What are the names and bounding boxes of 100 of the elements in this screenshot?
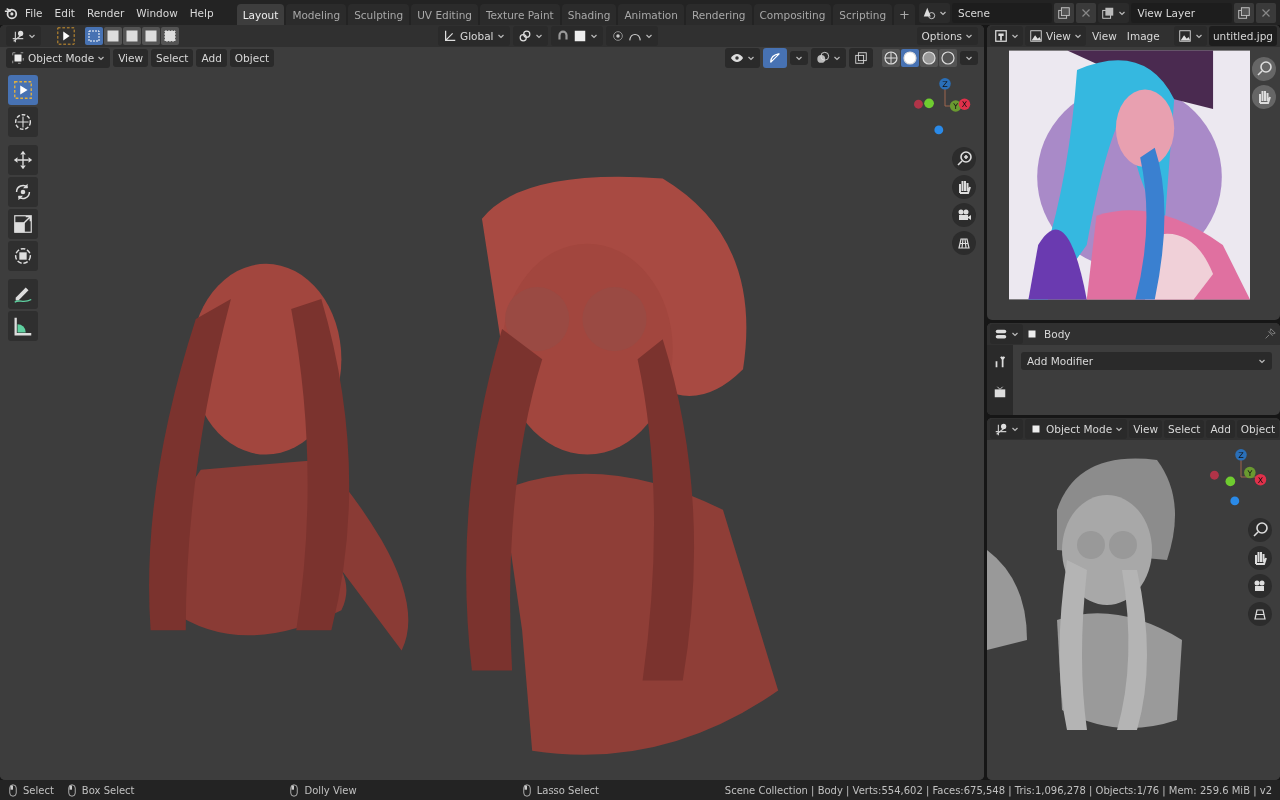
menu-item[interactable]: View [113, 49, 149, 67]
hand-icon[interactable] [952, 175, 976, 199]
menu-item[interactable]: Edit [49, 3, 80, 22]
close-icon[interactable] [1076, 2, 1097, 23]
select-mode-icon[interactable] [161, 27, 179, 45]
shading-dropdown[interactable] [960, 51, 978, 65]
copy-icon[interactable] [1234, 2, 1254, 23]
overlay-dropdown[interactable] [811, 48, 846, 68]
menu-item[interactable]: Select [1164, 420, 1205, 438]
pivot-dropdown[interactable] [512, 26, 548, 46]
grid-icon[interactable] [1248, 602, 1272, 626]
select-mode-icon[interactable] [123, 27, 141, 45]
axes-icon [994, 422, 1008, 436]
menu-item[interactable]: View [1129, 420, 1163, 438]
pin-icon[interactable] [1263, 327, 1277, 341]
caret-icon [965, 54, 973, 62]
select-mode-icon[interactable] [142, 27, 160, 45]
hand-icon[interactable] [1252, 85, 1276, 109]
logo-icon[interactable] [4, 5, 18, 20]
shading-mode-icon[interactable] [901, 49, 919, 67]
camera-icon[interactable] [1248, 574, 1272, 598]
workspace-tab[interactable]: UV Editing [411, 4, 478, 25]
menu-item[interactable]: Help [184, 3, 219, 22]
menu-item[interactable]: Render [81, 3, 130, 22]
workspace-tab[interactable]: Shading [561, 4, 617, 25]
grid-icon[interactable] [952, 231, 976, 255]
cursor-tool-icon[interactable] [8, 107, 38, 137]
copy-icon[interactable] [1054, 2, 1075, 23]
select-mode-icon[interactable] [104, 27, 122, 45]
workspace-tab[interactable]: Rendering [685, 4, 752, 25]
hand-icon[interactable] [1248, 546, 1272, 570]
image-icon [1029, 29, 1043, 43]
workspace-tab[interactable]: Scripting [833, 4, 893, 25]
caret-icon [1115, 425, 1124, 433]
status-hint: Box Select [81, 784, 135, 796]
transform-tool-icon[interactable] [8, 241, 38, 271]
move-tool-icon[interactable] [8, 145, 38, 175]
proportional-edit-dropdown[interactable] [605, 26, 658, 46]
link-icon [517, 29, 532, 43]
close-icon[interactable] [1256, 2, 1276, 23]
zoom-icon[interactable] [1248, 518, 1272, 542]
workspace-tab[interactable]: Sculpting [348, 4, 410, 25]
options-dropdown[interactable]: Options [916, 27, 978, 45]
gizmo-toggle[interactable] [763, 48, 787, 68]
menu-item[interactable]: Object [1236, 420, 1280, 438]
axis-gizmo[interactable]: Z Y X [914, 75, 976, 137]
mode-dropdown[interactable]: Object Mode [1025, 419, 1128, 439]
shading-mode-icon[interactable] [920, 49, 938, 67]
rotate-tool-icon[interactable] [8, 177, 38, 207]
add-workspace-button[interactable]: + [894, 4, 915, 25]
workspace-tab[interactable]: Layout [236, 4, 285, 25]
annotate-tool-icon[interactable] [8, 279, 38, 309]
shading-mode-icon[interactable] [939, 49, 957, 67]
zoom-icon[interactable] [1252, 57, 1276, 81]
layers-icon [1101, 5, 1116, 20]
mouse-icon [289, 783, 300, 797]
view-layer-type-dropdown[interactable] [1098, 2, 1130, 23]
workspace-tab[interactable]: Texture Paint [479, 4, 560, 25]
scene-field[interactable]: Scene [951, 2, 1053, 23]
shading-mode-icon[interactable] [882, 49, 900, 67]
mode-dropdown[interactable]: Object Mode [6, 48, 111, 68]
zoom-icon[interactable] [952, 147, 976, 171]
image-name-field[interactable]: untitled.jpg [1208, 26, 1277, 46]
caret-icon [534, 32, 543, 40]
visibility-dropdown[interactable] [725, 48, 760, 68]
view-mode-dropdown[interactable]: View [1025, 26, 1086, 46]
select-tool-icon[interactable] [56, 26, 76, 46]
add-modifier-dropdown[interactable]: Add Modifier [1021, 352, 1272, 370]
snap-dropdown[interactable] [550, 26, 603, 46]
workspace-tab[interactable]: Animation [618, 4, 684, 25]
caret-icon [795, 54, 803, 62]
view-layer-field[interactable]: View Layer [1131, 2, 1232, 23]
workspace-tab[interactable]: Compositing [753, 4, 832, 25]
menu-item[interactable]: View [1087, 27, 1121, 45]
camera-icon[interactable] [952, 203, 976, 227]
scale-tool-icon[interactable] [8, 209, 38, 239]
orientation-dropdown[interactable]: Global [438, 26, 510, 46]
select-mode-icon[interactable] [85, 27, 103, 45]
caret-icon [97, 54, 106, 62]
menu-item[interactable]: File [20, 3, 48, 22]
editor-type-dropdown[interactable] [990, 419, 1023, 439]
menu-item[interactable]: Object [229, 49, 275, 67]
workspace-tab[interactable]: Modeling [286, 4, 347, 25]
axis-gizmo[interactable]: Z Y X [1210, 446, 1272, 508]
target-icon [610, 29, 625, 43]
editor-type-dropdown[interactable] [6, 26, 41, 46]
scene-type-dropdown[interactable] [918, 2, 950, 23]
xray-toggle[interactable] [849, 48, 873, 68]
gizmo-dropdown[interactable] [790, 51, 808, 65]
menu-item[interactable]: Image [1122, 27, 1164, 45]
menu-item[interactable]: Select [151, 49, 194, 67]
editor-type-dropdown[interactable] [990, 324, 1023, 344]
menu-item[interactable]: Add [196, 49, 227, 67]
editor-type-dropdown[interactable] [990, 26, 1023, 46]
image-browse-dropdown[interactable] [1173, 26, 1207, 46]
menu-item[interactable]: Add [1206, 420, 1235, 438]
tv-icon[interactable] [993, 385, 1007, 399]
measure-tool-icon[interactable] [8, 311, 38, 341]
status-hint: Dolly View [304, 784, 357, 796]
menu-item[interactable]: Window [131, 3, 183, 22]
